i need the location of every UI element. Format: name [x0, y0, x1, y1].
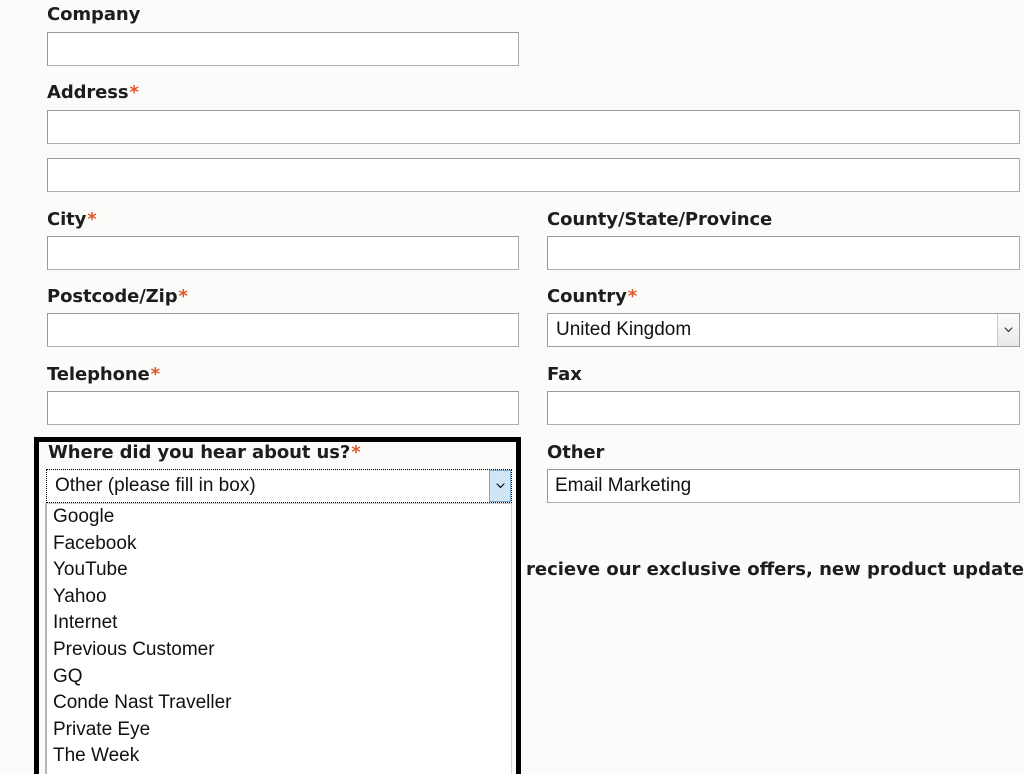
county-state-province-label: County/State/Province: [547, 209, 772, 231]
postcode-zip-input[interactable]: [47, 313, 519, 347]
company-label: Company: [47, 4, 140, 26]
referral-source-option[interactable]: Facebook: [47, 531, 511, 558]
referral-source-option[interactable]: Google: [47, 504, 511, 531]
referral-source-option[interactable]: GQ: [47, 664, 511, 691]
referral-source-option[interactable]: Previous Customer: [47, 637, 511, 664]
required-asterisk: *: [351, 442, 360, 463]
city-label-text: City: [47, 209, 86, 230]
county-state-province-input[interactable]: [547, 236, 1020, 270]
address-label-text: Address: [47, 82, 129, 103]
other-label-text: Other: [547, 442, 604, 463]
referral-source-label-text: Where did you hear about us?: [48, 442, 350, 463]
referral-source-option[interactable]: Yahoo: [47, 584, 511, 611]
referral-source-option[interactable]: Private Eye: [47, 717, 511, 744]
address-line-1-input[interactable]: [47, 110, 1020, 144]
company-input[interactable]: [47, 32, 519, 66]
other-label: Other: [547, 442, 604, 464]
postcode-zip-label-text: Postcode/Zip: [47, 286, 178, 307]
telephone-label-text: Telephone: [47, 364, 150, 385]
referral-source-option[interactable]: Conde Nast Traveller: [47, 690, 511, 717]
company-label-text: Company: [47, 4, 140, 25]
country-label: Country*: [547, 286, 637, 308]
telephone-input[interactable]: [47, 391, 519, 425]
checkout-address-form-page: Company Address* City* County/State/Prov…: [0, 0, 1024, 774]
required-asterisk: *: [87, 209, 96, 230]
referral-source-option[interactable]: The Week: [47, 743, 511, 770]
city-label: City*: [47, 209, 97, 231]
required-asterisk: *: [151, 364, 160, 385]
referral-source-option[interactable]: YouTube: [47, 557, 511, 584]
address-label: Address*: [47, 82, 139, 104]
referral-source-options-list[interactable]: GoogleFacebookYouTubeYahooInternetPrevio…: [45, 503, 512, 774]
referral-source-select[interactable]: Other (please fill in box): [46, 469, 512, 503]
newsletter-consent-text: recieve our exclusive offers, new produc…: [526, 557, 1024, 583]
county-state-province-label-text: County/State/Province: [547, 209, 772, 230]
chevron-down-icon[interactable]: [489, 470, 511, 502]
fax-input[interactable]: [547, 391, 1020, 425]
referral-source-option[interactable]: Internet: [47, 610, 511, 637]
postcode-zip-label: Postcode/Zip*: [47, 286, 188, 308]
newsletter-consent-label: recieve our exclusive offers, new produc…: [526, 559, 1024, 580]
fax-label: Fax: [547, 364, 582, 386]
country-select-value: United Kingdom: [548, 314, 997, 346]
fax-label-text: Fax: [547, 364, 582, 385]
chevron-down-icon[interactable]: [997, 314, 1019, 346]
required-asterisk: *: [628, 286, 637, 307]
other-input[interactable]: [547, 469, 1020, 503]
telephone-label: Telephone*: [47, 364, 160, 386]
referral-source-label: Where did you hear about us?*: [48, 442, 361, 464]
address-line-2-input[interactable]: [47, 158, 1020, 192]
city-input[interactable]: [47, 236, 519, 270]
required-asterisk: *: [179, 286, 188, 307]
referral-source-select-value: Other (please fill in box): [47, 470, 489, 502]
country-select[interactable]: United Kingdom: [547, 313, 1020, 347]
required-asterisk: *: [130, 82, 139, 103]
country-label-text: Country: [547, 286, 627, 307]
